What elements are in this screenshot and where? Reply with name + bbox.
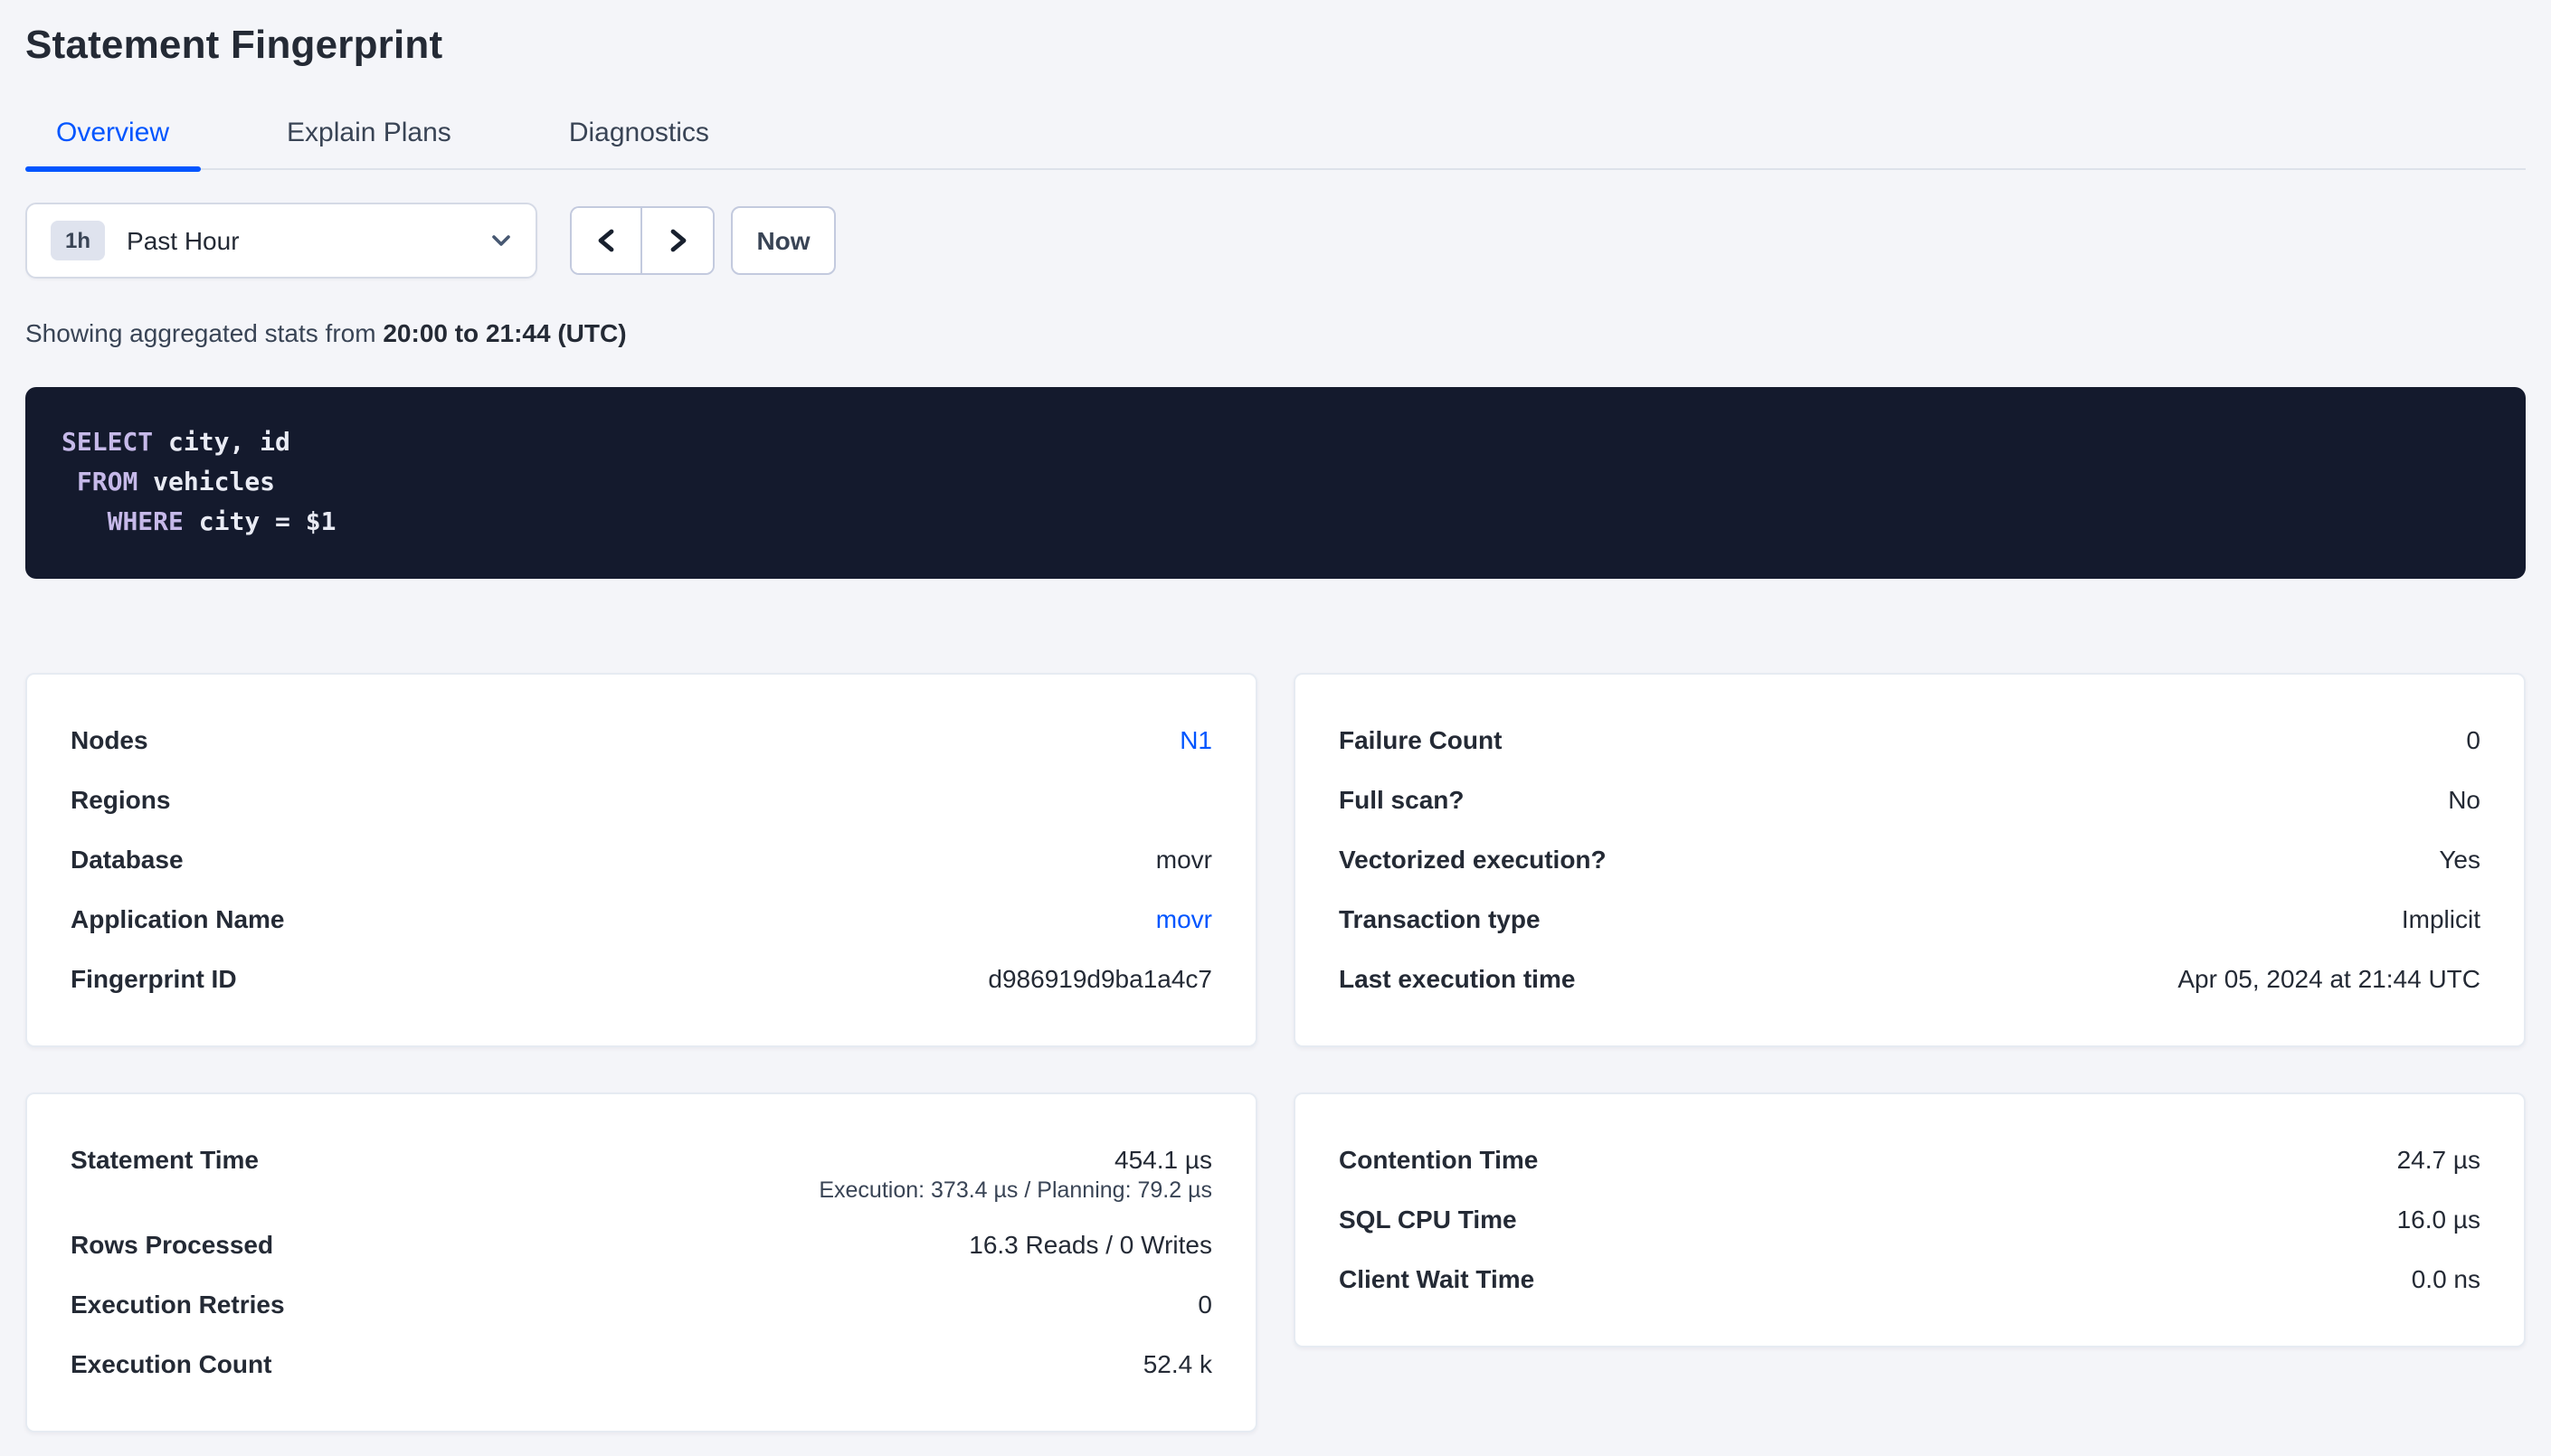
time-nav-group (570, 206, 715, 275)
sql-keyword: FROM (77, 468, 138, 497)
row-label: Statement Time (71, 1130, 259, 1215)
row-value-wrap: Implicit (2402, 890, 2480, 950)
row-value: 16.3 Reads / 0 Writes (969, 1230, 1212, 1259)
summary-cards: NodesN1RegionsDatabasemovrApplication Na… (25, 673, 2526, 1432)
time-range-label: Past Hour (127, 226, 240, 255)
row-value-link[interactable]: N1 (1180, 725, 1212, 754)
row-value-wrap: 0 (1198, 1275, 1212, 1335)
row-label: Fingerprint ID (71, 950, 237, 1009)
row-value-wrap: Yes (2439, 830, 2480, 890)
summary-card-time-stats: Contention Time 24.7 µs SQL CPU Time 16.0 µ… (1294, 1092, 2526, 1347)
summary-row: Nodes N1 (71, 711, 1212, 771)
row-value: Apr 05, 2024 at 21:44 UTC (2177, 964, 2480, 993)
row-label: Client Wait Time (1339, 1250, 1534, 1309)
page-title: Statement Fingerprint (25, 0, 2526, 69)
row-label: Transaction type (1339, 890, 1541, 950)
row-value-wrap: 0 (2466, 711, 2480, 771)
row-value-wrap: 0.0 ns (2412, 1250, 2480, 1309)
summary-row: Contention Time 24.7 µs (1339, 1130, 2480, 1190)
summary-row: Rows Processed 16.3 Reads / 0 Writes (71, 1215, 1212, 1275)
row-value: Yes (2439, 845, 2480, 874)
stats-caption-prefix: Showing aggregated stats from (25, 318, 383, 347)
summary-row: Full scan? No (1339, 771, 2480, 830)
prev-time-button[interactable] (572, 208, 642, 273)
time-range-dropdown[interactable]: 1h Past Hour (25, 203, 537, 279)
row-label: Execution Retries (71, 1275, 285, 1335)
row-label: Last execution time (1339, 950, 1575, 1009)
row-label: Nodes (71, 711, 148, 771)
summary-row: Fingerprint ID d986919d9ba1a4c7 (71, 950, 1212, 1009)
row-value: 0 (2466, 725, 2480, 754)
chevron-left-icon (595, 228, 617, 253)
summary-row: Statement Time 454.1 µs Execution: 373.4 µ… (71, 1130, 1212, 1215)
row-value: 0 (1198, 1290, 1212, 1319)
summary-row: Regions (71, 771, 1212, 830)
row-label: Full scan? (1339, 771, 1464, 830)
row-subvalue: Execution: 373.4 µs / Planning: 79.2 µs (819, 1177, 1212, 1215)
row-value-link[interactable]: movr (1156, 904, 1212, 933)
row-value-wrap: movr (1156, 890, 1212, 950)
chevron-right-icon (667, 228, 688, 253)
sql-keyword: SELECT (62, 429, 153, 458)
row-label: SQL CPU Time (1339, 1190, 1517, 1250)
row-label: Regions (71, 771, 170, 830)
row-value: 454.1 µs (1114, 1145, 1212, 1174)
summary-row: Transaction type Implicit (1339, 890, 2480, 950)
summary-card-details: NodesN1RegionsDatabasemovrApplication Na… (25, 673, 1257, 1047)
row-label: Failure Count (1339, 711, 1502, 771)
summary-row: Failure Count 0 (1339, 711, 2480, 771)
row-value-wrap: No (2448, 771, 2480, 830)
row-label: Vectorized execution? (1339, 830, 1607, 890)
sql-statement: SELECT city, id FROM vehicles WHERE city… (25, 387, 2526, 579)
row-value: Implicit (2402, 904, 2480, 933)
statement-fingerprint-page: Statement Fingerprint Overview Explain Pl… (0, 0, 2551, 1456)
tab-diagnostics[interactable]: Diagnostics (538, 118, 740, 168)
row-value-wrap: N1 (1180, 711, 1212, 771)
tab-explain-plans[interactable]: Explain Plans (256, 118, 482, 168)
row-value: d986919d9ba1a4c7 (988, 964, 1212, 993)
summary-row: Execution Retries 0 (71, 1275, 1212, 1335)
stats-caption-range: 20:00 to 21:44 (UTC) (383, 318, 626, 347)
row-value-wrap: 24.7 µs (2397, 1130, 2480, 1190)
tab-bar: Overview Explain Plans Diagnostics (25, 118, 2526, 170)
now-button[interactable]: Now (731, 206, 836, 275)
summary-row: SQL CPU Time 16.0 µs (1339, 1190, 2480, 1250)
row-label: Contention Time (1339, 1130, 1538, 1190)
row-value-wrap: Apr 05, 2024 at 21:44 UTC (2177, 950, 2480, 1009)
row-value: No (2448, 785, 2480, 814)
time-range-badge: 1h (51, 221, 105, 260)
row-label: Database (71, 830, 184, 890)
row-label: Rows Processed (71, 1215, 273, 1275)
row-value-wrap: 52.4 k (1143, 1335, 1212, 1395)
summary-row: Vectorized execution? Yes (1339, 830, 2480, 890)
row-value-wrap: 16.3 Reads / 0 Writes (969, 1215, 1212, 1275)
row-value-wrap: d986919d9ba1a4c7 (988, 950, 1212, 1009)
sql-keyword: WHERE (108, 508, 184, 537)
row-value: 52.4 k (1143, 1349, 1212, 1378)
summary-row: Execution Count 52.4 k (71, 1335, 1212, 1395)
stats-caption: Showing aggregated stats from 20:00 to 2… (25, 318, 2526, 347)
summary-row: Database movr (71, 830, 1212, 890)
tab-overview[interactable]: Overview (25, 118, 200, 168)
summary-row: Client Wait Time 0.0 ns (1339, 1250, 2480, 1309)
row-value: 0.0 ns (2412, 1264, 2480, 1293)
summary-row: Application Name movr (71, 890, 1212, 950)
row-label: Application Name (71, 890, 285, 950)
chevron-down-icon (490, 230, 512, 251)
row-value-wrap: 454.1 µs Execution: 373.4 µs / Planning: … (819, 1130, 1212, 1215)
row-value: 16.0 µs (2397, 1205, 2480, 1234)
next-time-button[interactable] (642, 208, 713, 273)
row-label: Execution Count (71, 1335, 271, 1395)
time-controls: 1h Past Hour (25, 203, 2526, 279)
summary-row: Last execution time Apr 05, 2024 at 21:44… (1339, 950, 2480, 1009)
summary-card-statement-stats: Statement Time 454.1 µs Execution: 373.4 µ… (25, 1092, 1257, 1432)
row-value-wrap: movr (1156, 830, 1212, 890)
summary-card-execution-attributes: Failure Count 0 Full scan? No Vectorized exe… (1294, 673, 2526, 1047)
row-value: movr (1156, 845, 1212, 874)
row-value: 24.7 µs (2397, 1145, 2480, 1174)
row-value-wrap: 16.0 µs (2397, 1190, 2480, 1250)
